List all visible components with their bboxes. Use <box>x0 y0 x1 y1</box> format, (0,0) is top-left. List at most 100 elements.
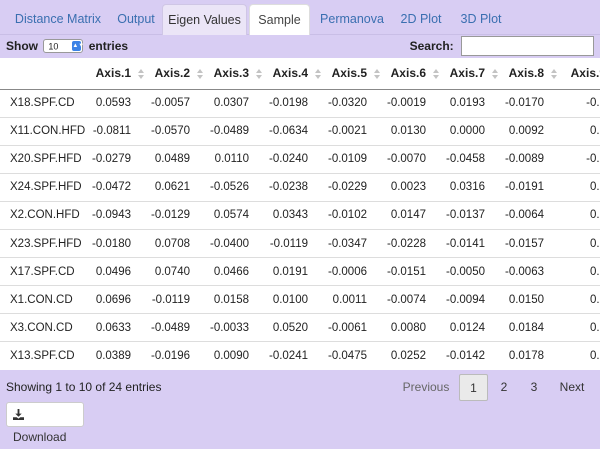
table-row[interactable]: X1.CON.CD 0.0696 -0.0119 0.0158 0.0100 0.0011… <box>0 285 600 314</box>
tab-distance-matrix[interactable]: Distance Matrix <box>6 4 110 35</box>
row-name-cell: X11.CON.HFD <box>0 116 90 146</box>
column-header[interactable]: Axis.2 <box>149 58 208 90</box>
tab-sample[interactable]: Sample <box>249 4 310 35</box>
table-cell: -0.0006 <box>326 257 385 286</box>
length-control: Show 10 ▲▼ entries <box>6 37 128 53</box>
row-name-cell: X13.SPF.CD <box>0 341 90 370</box>
column-header[interactable]: Axis.8 <box>503 58 562 90</box>
table-cell: -0.0142 <box>444 341 503 370</box>
table-cell: 0.0090 <box>208 341 267 370</box>
table-cell: 0.0252 <box>385 341 444 370</box>
table-cell: -0.0094 <box>444 285 503 314</box>
table-cell: -0.0063 <box>503 257 562 286</box>
table-row[interactable]: X13.SPF.CD 0.0389 -0.0196 0.0090 -0.0241 -0.0… <box>0 341 600 370</box>
column-header-label: Axis.8 <box>508 66 544 81</box>
table-row[interactable]: X23.SPF.HFD -0.0180 0.0708 -0.0400 -0.0119 -0… <box>0 228 600 258</box>
table-cell: -0.0109 <box>326 144 385 174</box>
table-cell: 0.0696 <box>90 285 149 314</box>
row-name-cell: X1.CON.CD <box>0 285 90 314</box>
table-cell: 0.0147 <box>385 200 444 230</box>
download-button[interactable]: Download <box>6 402 84 444</box>
tab-permanova[interactable]: Permanova <box>314 4 390 35</box>
entries-select[interactable]: 10 ▲▼ <box>43 38 84 53</box>
table-cell: 0.0520 <box>267 313 326 342</box>
table-row[interactable]: X3.CON.CD 0.0633 -0.0489 -0.0033 0.0520 -0.00… <box>0 313 600 342</box>
table-cell: 0.0633 <box>90 313 149 342</box>
table-cell: -0.0074 <box>385 285 444 314</box>
table-cell: -0.0229 <box>326 172 385 202</box>
data-table-container: Axis.1 Axis.2 Axis.3 Axis.4 Axis.5 Axis.6 Axis… <box>0 58 600 370</box>
table-cell: 0.0100 <box>267 285 326 314</box>
sort-icon <box>138 69 144 79</box>
table-row[interactable]: X24.SPF.HFD -0.0472 0.0621 -0.0526 -0.0238 -0… <box>0 172 600 202</box>
tab-3d-plot[interactable]: 3D Plot <box>454 4 508 35</box>
table-cell: 0.0489 <box>149 144 208 174</box>
table-row[interactable]: X11.CON.HFD -0.0811 -0.0570 -0.0489 -0.0634-… <box>0 116 600 146</box>
pagination-page-2[interactable]: 2 <box>491 374 517 401</box>
table-cell: -0.0347 <box>326 228 385 258</box>
pagination-page-1[interactable]: 1 <box>459 374 488 401</box>
column-header-label: Axis.2 <box>154 66 190 81</box>
table-cell: -0.0458 <box>444 144 503 174</box>
table-cell: 0.0 <box>562 172 600 202</box>
sort-icon <box>197 69 203 79</box>
table-cell: 0.0307 <box>213 97 249 110</box>
data-table: Axis.1 Axis.2 Axis.3 Axis.4 Axis.5 Axis.6 Axis… <box>0 58 600 370</box>
table-cell: -0.0119 <box>267 228 326 258</box>
download-label: Download <box>13 430 67 444</box>
table-cell: -0.0526 <box>208 172 267 202</box>
table-cell: 0.0124 <box>444 313 503 342</box>
column-header[interactable]: Axis.5 <box>326 58 385 90</box>
row-name-cell: X3.CON.CD <box>0 313 90 342</box>
table-cell: -0.0191 <box>503 172 562 202</box>
tab-2d-plot[interactable]: 2D Plot <box>394 4 448 35</box>
pagination-previous-button[interactable]: Previous <box>398 374 454 401</box>
table-cell: -0.0157 <box>503 228 562 258</box>
table-cell: -0.0238 <box>267 172 326 202</box>
table-cell: 0.0 <box>562 257 600 286</box>
table-cell: 0.0184 <box>503 313 562 342</box>
table-cell: -0.0033 <box>208 313 267 342</box>
table-cell: -0.0070 <box>385 144 444 174</box>
table-cell: 0.0110 <box>208 144 267 174</box>
tab-eigen-values[interactable]: Eigen Values <box>162 4 247 35</box>
column-header[interactable]: Axis.6 <box>385 58 444 90</box>
table-row[interactable]: X18.SPF.CD 0.0593 -0.0057 0.0307 -0.0198 -0.0… <box>0 89 600 117</box>
table-cell: -0.0279 <box>90 144 149 174</box>
table-row[interactable]: X2.CON.HFD -0.0943 -0.0129 0.0574 0.0343 -0.0… <box>0 200 600 230</box>
pagination-page-3[interactable]: 3 <box>520 374 548 401</box>
table-cell: -0.0 <box>562 144 600 174</box>
table-cell: -0.0102 <box>326 200 385 230</box>
table-cell: -0.0196 <box>149 341 208 370</box>
column-header[interactable]: Axis.3 <box>208 58 267 90</box>
column-header[interactable]: Axis.7 <box>444 58 503 90</box>
table-cell: -0.0198 <box>268 97 308 110</box>
entries-label: entries <box>88 38 129 53</box>
search-label: Search: <box>409 39 454 53</box>
column-header[interactable]: Axis.4 <box>267 58 326 90</box>
search-control: Search: <box>410 36 594 56</box>
tab-output[interactable]: Output <box>110 4 162 35</box>
entries-select-value: 10 <box>48 41 59 52</box>
sort-icon <box>551 69 557 79</box>
column-header[interactable]: Axis.1 <box>90 58 149 90</box>
column-header-label: Axis.9 <box>570 66 600 81</box>
table-cell: 0.0343 <box>267 200 326 230</box>
column-header-rowname[interactable] <box>0 58 90 90</box>
pagination-next-button[interactable]: Next <box>554 374 590 401</box>
table-cell: -0.0943 <box>90 200 149 230</box>
table-cell: 0.0466 <box>208 257 267 286</box>
search-input[interactable] <box>461 36 594 56</box>
table-row[interactable]: X20.SPF.HFD -0.0279 0.0489 0.0110 -0.0240 -0.… <box>0 144 600 174</box>
table-cell: 0.0191 <box>267 257 326 286</box>
table-cell: -0.0057 <box>150 97 190 110</box>
column-header[interactable]: Axis.9 <box>562 58 600 90</box>
column-header-label: Axis.1 <box>95 66 131 81</box>
table-row[interactable]: X17.SPF.CD 0.0496 0.0740 0.0466 0.0191 -0.000… <box>0 257 600 286</box>
table-cell: -0.0170 <box>504 97 544 110</box>
sort-icon <box>433 69 439 79</box>
table-header-row: Axis.1 Axis.2 Axis.3 Axis.4 Axis.5 Axis.6 Axis… <box>0 58 600 90</box>
table-cell: 0.0080 <box>385 313 444 342</box>
table-cell: 0.0023 <box>385 172 444 202</box>
table-cell: -0.0634 <box>267 116 326 146</box>
